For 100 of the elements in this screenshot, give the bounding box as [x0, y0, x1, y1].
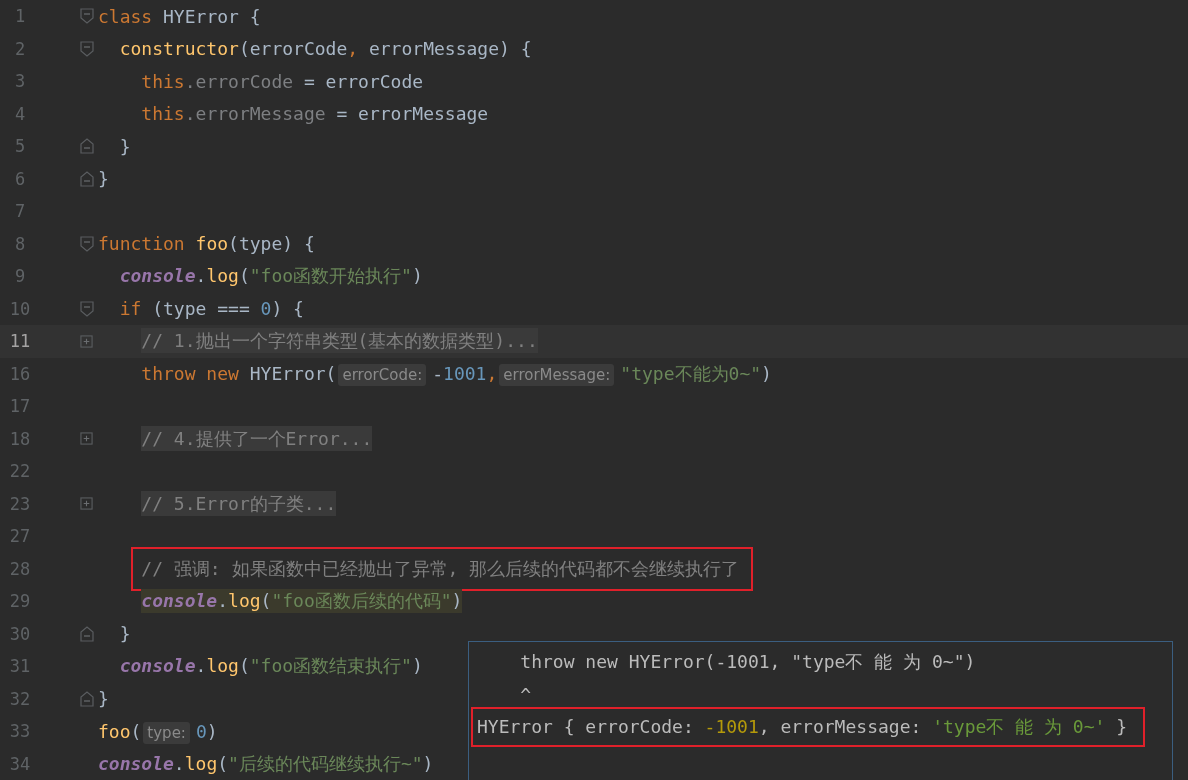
console-text: HYError { errorCode:	[477, 716, 695, 738]
expand-icon[interactable]	[80, 334, 93, 348]
code-text: )	[206, 720, 218, 742]
line-number: 5	[13, 136, 27, 157]
code-text: )	[451, 590, 463, 612]
parameter-hint: errorMessage:	[499, 363, 615, 386]
line-number: 22	[8, 461, 32, 482]
code-text: ) {	[271, 298, 304, 320]
code-text: (type) {	[228, 233, 315, 255]
object-name: console	[118, 655, 196, 677]
code-text: (type ===	[152, 298, 251, 320]
line-number: 31	[8, 656, 32, 677]
line-number: 34	[8, 753, 32, 774]
function-name: foo	[195, 233, 229, 255]
fold-icon[interactable]	[80, 40, 94, 57]
code-text: (	[217, 752, 229, 774]
line-number: 1	[13, 6, 27, 27]
code-text: (errorCode	[238, 38, 348, 60]
keyword: this	[140, 103, 185, 125]
code-text: = errorMessage	[335, 103, 489, 125]
code-text: -	[432, 362, 444, 384]
line-number: 9	[13, 266, 27, 287]
unfold-icon[interactable]	[80, 625, 94, 642]
fold-icon[interactable]	[80, 8, 94, 25]
keyword: ,	[347, 38, 359, 60]
string-literal: "后续的代码继续执行~"	[228, 752, 423, 774]
keyword: ,	[486, 362, 498, 384]
keyword: class	[98, 5, 154, 27]
code-text: .	[195, 265, 207, 287]
fold-icon[interactable]	[80, 235, 94, 252]
unfold-icon[interactable]	[80, 170, 94, 187]
code-text: .	[173, 752, 185, 774]
line-number: 4	[13, 103, 27, 124]
console-number: -1001	[704, 716, 759, 738]
code-text: }	[98, 168, 109, 190]
line-number: 17	[8, 396, 32, 417]
number-literal: 0	[260, 298, 272, 320]
folded-comment: // 5.Error的子类...	[141, 490, 337, 516]
expand-icon[interactable]	[80, 432, 93, 446]
line-number: 27	[8, 526, 32, 547]
string-literal: "foo函数后续的代码"	[271, 590, 452, 612]
line-number: 28	[8, 558, 32, 579]
code-text: )	[411, 655, 423, 677]
code-text: (	[238, 655, 250, 677]
code-text: = errorCode	[302, 70, 424, 92]
comment: // 强调: 如果函数中已经抛出了异常, 那么后续的代码都不会继续执行了	[141, 557, 740, 579]
object-name: console	[98, 752, 174, 774]
console-text: ^	[519, 684, 532, 706]
parameter-hint: type:	[143, 721, 190, 744]
parameter-hint: errorCode:	[338, 363, 427, 386]
property-name: .errorCode	[184, 70, 294, 92]
number-literal: 1001	[443, 362, 487, 384]
line-number: 32	[8, 688, 32, 709]
code-text: )	[761, 362, 772, 384]
string-literal: "foo函数开始执行"	[249, 265, 412, 287]
code-text: (	[260, 590, 272, 612]
object-name: console	[141, 590, 218, 612]
function-name: log	[206, 265, 239, 287]
keyword: this	[140, 70, 185, 92]
console-text: , errorMessage:	[758, 716, 923, 738]
line-number: 23	[8, 493, 32, 514]
expand-icon[interactable]	[80, 497, 93, 511]
code-text: (	[130, 720, 142, 742]
function-name: log	[184, 752, 218, 774]
function-name: log	[228, 590, 261, 612]
line-number: 16	[8, 363, 32, 384]
code-text: }	[118, 135, 131, 157]
string-literal: "type不能为0~"	[620, 362, 762, 384]
function-name: log	[206, 655, 239, 677]
function-name: foo	[98, 720, 131, 742]
code-text: errorMessage) {	[367, 38, 532, 60]
line-number: 3	[13, 71, 27, 92]
code-text: )	[422, 752, 434, 774]
number-literal: 0	[195, 720, 207, 742]
fold-icon[interactable]	[80, 300, 94, 317]
line-number: 8	[13, 233, 27, 254]
code-text: HYError {	[163, 5, 261, 27]
keyword: function	[98, 233, 186, 255]
code-text: HYError(	[249, 362, 337, 384]
line-number: 10	[8, 298, 32, 319]
line-number: 2	[13, 38, 27, 59]
line-number: 29	[8, 591, 32, 612]
line-number: 30	[8, 623, 32, 644]
function-name: constructor	[118, 38, 239, 60]
unfold-icon[interactable]	[80, 138, 94, 155]
code-text: .	[195, 655, 207, 677]
keyword: if	[118, 298, 143, 320]
line-number: 7	[13, 201, 27, 222]
console-string: 'type不 能 为 0~'	[932, 716, 1106, 738]
console-text: }	[1115, 716, 1128, 738]
code-text: }	[98, 688, 109, 710]
console-text: throw new HYError(-1001, "type不 能 为 0~")	[519, 651, 976, 673]
code-text: }	[118, 623, 131, 645]
line-number: 11	[8, 331, 32, 352]
string-literal: "foo函数结束执行"	[249, 655, 412, 677]
unfold-icon[interactable]	[80, 690, 94, 707]
line-number: 33	[8, 721, 32, 742]
code-text: )	[411, 265, 423, 287]
line-number: 18	[8, 428, 32, 449]
code-text: (	[238, 265, 250, 287]
